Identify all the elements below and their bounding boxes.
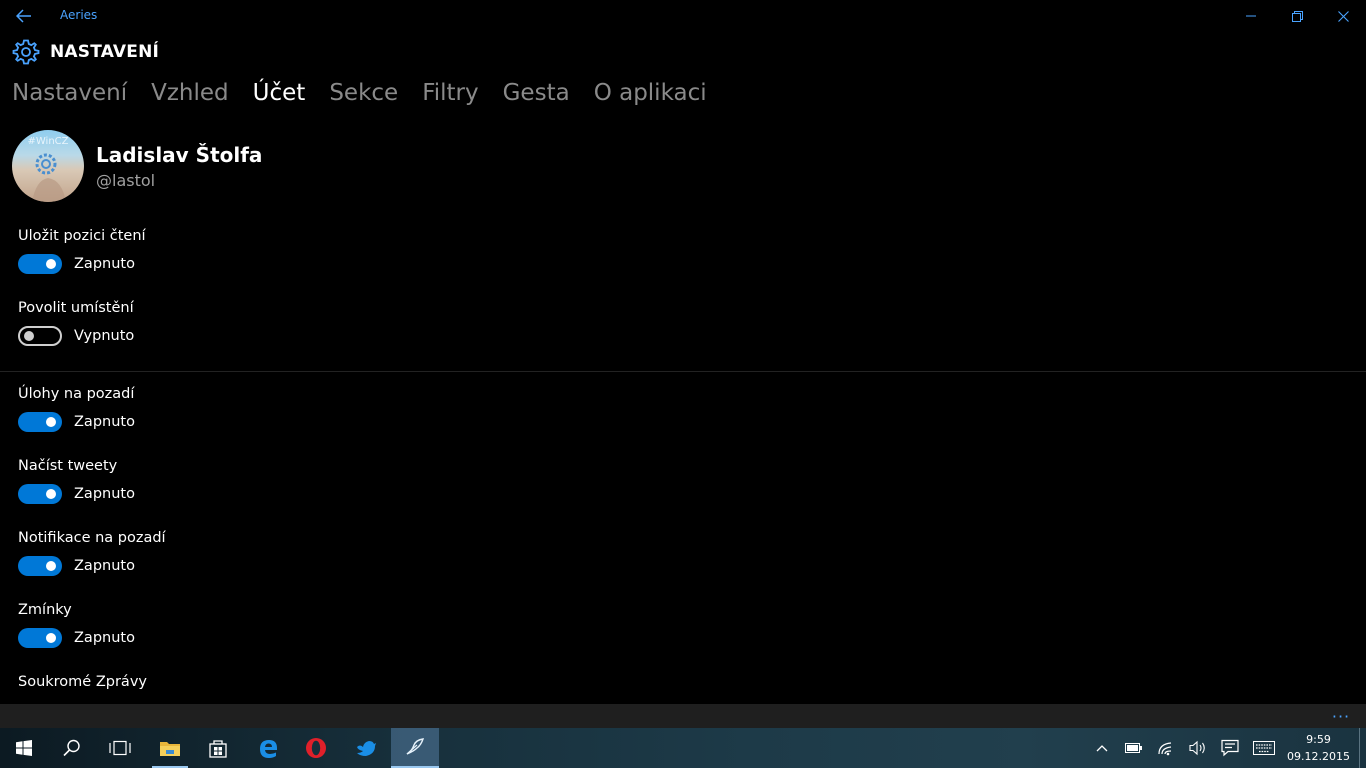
wifi-icon <box>1158 742 1172 756</box>
tab-o-aplikaci[interactable]: O aplikaci <box>594 80 707 106</box>
search-icon <box>63 739 80 757</box>
minimize-button[interactable] <box>1228 0 1274 32</box>
folder-icon <box>160 742 180 756</box>
windows-logo-icon <box>16 740 32 756</box>
action-center-button[interactable] <box>1218 736 1242 760</box>
tab-nastaveni[interactable]: Nastavení <box>12 80 127 106</box>
app-bar: ··· <box>0 704 1366 728</box>
edge-browser-icon <box>260 740 277 758</box>
opera-browser-icon <box>306 738 326 758</box>
profile-name: Ladislav Štolfa <box>96 142 263 167</box>
window-controls <box>1228 0 1366 32</box>
edge-button[interactable] <box>244 728 292 768</box>
setting-label: Notifikace na pozadí <box>18 530 166 546</box>
toggle-state: Zapnuto <box>74 256 135 272</box>
more-options-button[interactable]: ··· <box>1326 706 1356 726</box>
gear-icon <box>12 39 40 65</box>
taskbar: 9:59 09.12.2015 <box>0 728 1366 768</box>
twitter-app-button[interactable] <box>342 728 390 768</box>
setting-label: Povolit umístění <box>18 300 134 316</box>
restore-icon <box>1291 10 1303 22</box>
clock-time: 9:59 <box>1306 733 1331 746</box>
save-reading-position-toggle[interactable] <box>18 254 62 274</box>
aeries-app-button[interactable] <box>391 728 439 768</box>
speaker-icon <box>1189 740 1205 756</box>
store-bag-icon <box>209 740 227 758</box>
notification-message-icon <box>1221 739 1239 757</box>
keyboard-icon <box>1253 741 1275 755</box>
task-view-button[interactable] <box>96 728 144 768</box>
profile-text: Ladislav Štolfa @lastol <box>96 143 262 190</box>
back-button[interactable] <box>8 4 40 28</box>
search-button[interactable] <box>48 728 96 768</box>
chevron-up-icon <box>1096 745 1108 752</box>
show-hidden-icons-button[interactable] <box>1090 736 1114 760</box>
app-title: Aeries <box>60 8 98 22</box>
tab-filtry[interactable]: Filtry <box>422 80 478 106</box>
background-tasks-toggle[interactable] <box>18 412 62 432</box>
setting-save-reading-position: Uložit pozici čtení Zapnuto <box>18 228 146 274</box>
show-desktop-button[interactable] <box>1359 728 1366 768</box>
setting-background-notifications: Notifikace na pozadí Zapnuto <box>18 530 166 576</box>
tab-sekce[interactable]: Sekce <box>329 80 398 106</box>
setting-label: Uložit pozici čtení <box>18 228 146 244</box>
tab-ucet[interactable]: Účet <box>253 80 306 106</box>
load-tweets-toggle[interactable] <box>18 484 62 504</box>
bird-icon <box>357 741 376 756</box>
profile-handle: @lastol <box>96 170 156 190</box>
setting-load-tweets: Načíst tweety Zapnuto <box>18 458 135 504</box>
back-arrow-icon <box>16 9 31 23</box>
taskbar-clock[interactable]: 9:59 09.12.2015 <box>1287 731 1350 765</box>
setting-label: Zmínky <box>18 602 72 618</box>
setting-mentions: Zmínky Zapnuto <box>18 602 135 648</box>
setting-allow-location: Povolit umístění Vypnuto <box>18 300 134 346</box>
store-button[interactable] <box>194 728 242 768</box>
close-button[interactable] <box>1320 0 1366 32</box>
tab-vzhled[interactable]: Vzhled <box>151 80 229 106</box>
toggle-state: Zapnuto <box>74 414 135 430</box>
minimize-icon <box>1246 15 1256 17</box>
battery-icon <box>1125 743 1142 753</box>
start-button[interactable] <box>0 728 48 768</box>
task-view-icon <box>109 740 131 756</box>
background-notifications-toggle[interactable] <box>18 556 62 576</box>
restore-button[interactable] <box>1274 0 1320 32</box>
setting-direct-messages: Soukromé Zprávy <box>18 674 147 690</box>
touch-keyboard-button[interactable] <box>1252 736 1276 760</box>
allow-location-toggle[interactable] <box>18 326 62 346</box>
opera-button[interactable] <box>292 728 340 768</box>
section-divider <box>0 371 1366 372</box>
title-bar: Aeries <box>0 0 1366 32</box>
toggle-state: Zapnuto <box>74 630 135 646</box>
battery-button[interactable] <box>1122 736 1146 760</box>
setting-label: Úlohy na pozadí <box>18 386 135 402</box>
setting-label: Načíst tweety <box>18 458 118 474</box>
toggle-state: Zapnuto <box>74 486 135 502</box>
clock-date: 09.12.2015 <box>1287 750 1350 763</box>
page-title: NASTAVENÍ <box>50 42 160 62</box>
file-explorer-button[interactable] <box>146 728 194 768</box>
toggle-state: Zapnuto <box>74 558 135 574</box>
setting-label: Soukromé Zprávy <box>18 674 147 690</box>
toggle-state: Vypnuto <box>74 328 135 344</box>
network-button[interactable] <box>1154 736 1178 760</box>
tab-gesta[interactable]: Gesta <box>503 80 570 106</box>
avatar[interactable]: #WinCZ <box>12 130 84 202</box>
account-profile: #WinCZ Ladislav Štolfa @lastol <box>12 130 262 202</box>
page-header: NASTAVENÍ <box>12 38 159 66</box>
setting-background-tasks: Úlohy na pozadí Zapnuto <box>18 386 135 432</box>
volume-button[interactable] <box>1186 736 1210 760</box>
avatar-hashtag: #WinCZ <box>27 136 69 147</box>
settings-tabs: Nastavení Vzhled Účet Sekce Filtry Gesta… <box>12 80 731 106</box>
aeries-feather-icon <box>406 738 425 755</box>
mentions-toggle[interactable] <box>18 628 62 648</box>
close-icon <box>1337 10 1349 22</box>
